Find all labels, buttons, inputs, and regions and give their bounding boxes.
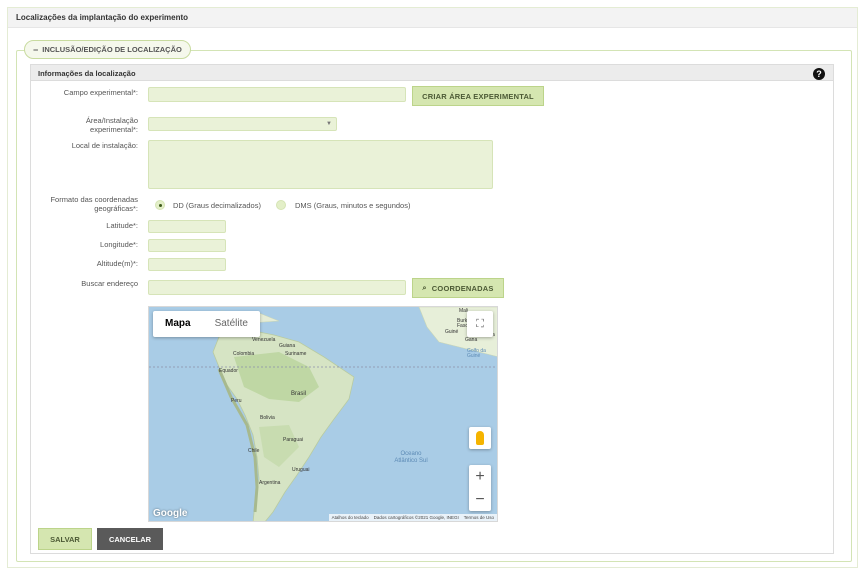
place-label: Paraguai: [283, 437, 304, 443]
map-data-attribution: Dados cartográficos ©2021 Google, INEGI: [373, 515, 459, 520]
collapse-icon: −: [33, 44, 39, 55]
place-label: Chile: [248, 448, 260, 454]
section-toggle[interactable]: − INCLUSÃO/EDIÇÃO DE LOCALIZAÇÃO: [24, 40, 191, 59]
place-label: Equador: [219, 368, 238, 374]
longitude-label: Longitude*:: [100, 240, 138, 249]
place-label: Venezuela: [252, 337, 276, 343]
radio-dd[interactable]: [155, 200, 165, 210]
map-footer: Atalhos do teclado Dados cartográficos ©…: [328, 514, 497, 521]
area-label-line2: experimental*:: [90, 125, 138, 134]
local-textarea[interactable]: [148, 140, 493, 189]
map-type-control: Mapa Satélite: [153, 311, 260, 337]
google-logo: Google: [153, 508, 188, 519]
area-label-line1: Área/Instalação: [85, 116, 138, 125]
campo-input[interactable]: [148, 87, 406, 102]
latitude-label: Latitude*:: [106, 221, 138, 230]
cancel-button[interactable]: CANCELAR: [97, 528, 163, 550]
map-view[interactable]: Venezuela Colombia Equador Suriname Guia…: [148, 306, 498, 522]
place-label: Suriname: [285, 351, 307, 357]
search-icon: ⌕: [422, 283, 427, 292]
place-label: Gana: [465, 337, 478, 343]
chevron-down-icon: ▼: [326, 121, 332, 127]
map-canvas: [149, 307, 497, 521]
tab-mapa[interactable]: Mapa: [153, 311, 203, 337]
place-label: Guiana: [279, 343, 296, 349]
ocean-label-line1: Oceano: [400, 451, 422, 457]
radio-dd-label[interactable]: DD (Graus decimalizados): [173, 201, 261, 210]
place-label: Brasil: [291, 391, 307, 397]
buscar-label: Buscar endereço: [81, 279, 138, 288]
place-label: Golfo da Guiné: [467, 348, 486, 359]
altitude-input[interactable]: [148, 258, 226, 271]
place-label: Peru: [231, 398, 242, 404]
place-label: Guiné: [445, 329, 459, 335]
fullscreen-icon[interactable]: ⛶: [467, 311, 493, 337]
formato-label-line1: Formato das coordenadas: [50, 195, 138, 204]
area-label: Área/Instalação experimental*:: [28, 116, 138, 134]
terms-link[interactable]: Termos de Uso: [464, 515, 494, 520]
ocean-label-line2: Atlântico Sul: [394, 458, 428, 464]
keyboard-shortcuts-link[interactable]: Atalhos do teclado: [332, 515, 369, 520]
altitude-label: Altitude(m)*:: [96, 259, 138, 268]
tab-satelite[interactable]: Satélite: [203, 311, 260, 337]
local-label: Local de instalação:: [71, 141, 138, 150]
save-button[interactable]: SALVAR: [38, 528, 92, 550]
zoom-control: + −: [469, 465, 491, 511]
coordenadas-button[interactable]: ⌕ COORDENADAS: [412, 278, 504, 298]
place-label: Uruguai: [292, 467, 310, 473]
formato-label: Formato das coordenadas geográficas*:: [28, 195, 138, 213]
longitude-input[interactable]: [148, 239, 226, 252]
pegman-icon[interactable]: [469, 427, 491, 449]
campo-label: Campo experimental*:: [63, 88, 138, 97]
place-label: Bolivia: [260, 415, 275, 421]
formato-label-line2: geográficas*:: [94, 204, 138, 213]
ocean-label: Oceano Atlântico Sul: [381, 451, 441, 465]
place-label: Colombia: [233, 351, 255, 357]
buscar-input[interactable]: [148, 280, 406, 295]
place-label: Argentina: [259, 480, 281, 486]
page-title: Localizações da implantação do experimen…: [8, 8, 857, 28]
coordenadas-label: COORDENADAS: [431, 283, 494, 293]
section-legend: INCLUSÃO/EDIÇÃO DE LOCALIZAÇÃO: [42, 45, 182, 54]
criar-area-button[interactable]: CRIAR ÁREA EXPERIMENTAL: [412, 86, 544, 106]
radio-dms-label[interactable]: DMS (Graus, minutos e segundos): [295, 201, 410, 210]
zoom-out-button[interactable]: −: [469, 488, 491, 511]
zoom-in-button[interactable]: +: [469, 465, 491, 488]
panel-title: Informações da localização: [31, 65, 833, 81]
area-select[interactable]: ▼: [148, 117, 337, 131]
latitude-input[interactable]: [148, 220, 226, 233]
help-icon[interactable]: ?: [813, 68, 825, 80]
radio-dms[interactable]: [276, 200, 286, 210]
